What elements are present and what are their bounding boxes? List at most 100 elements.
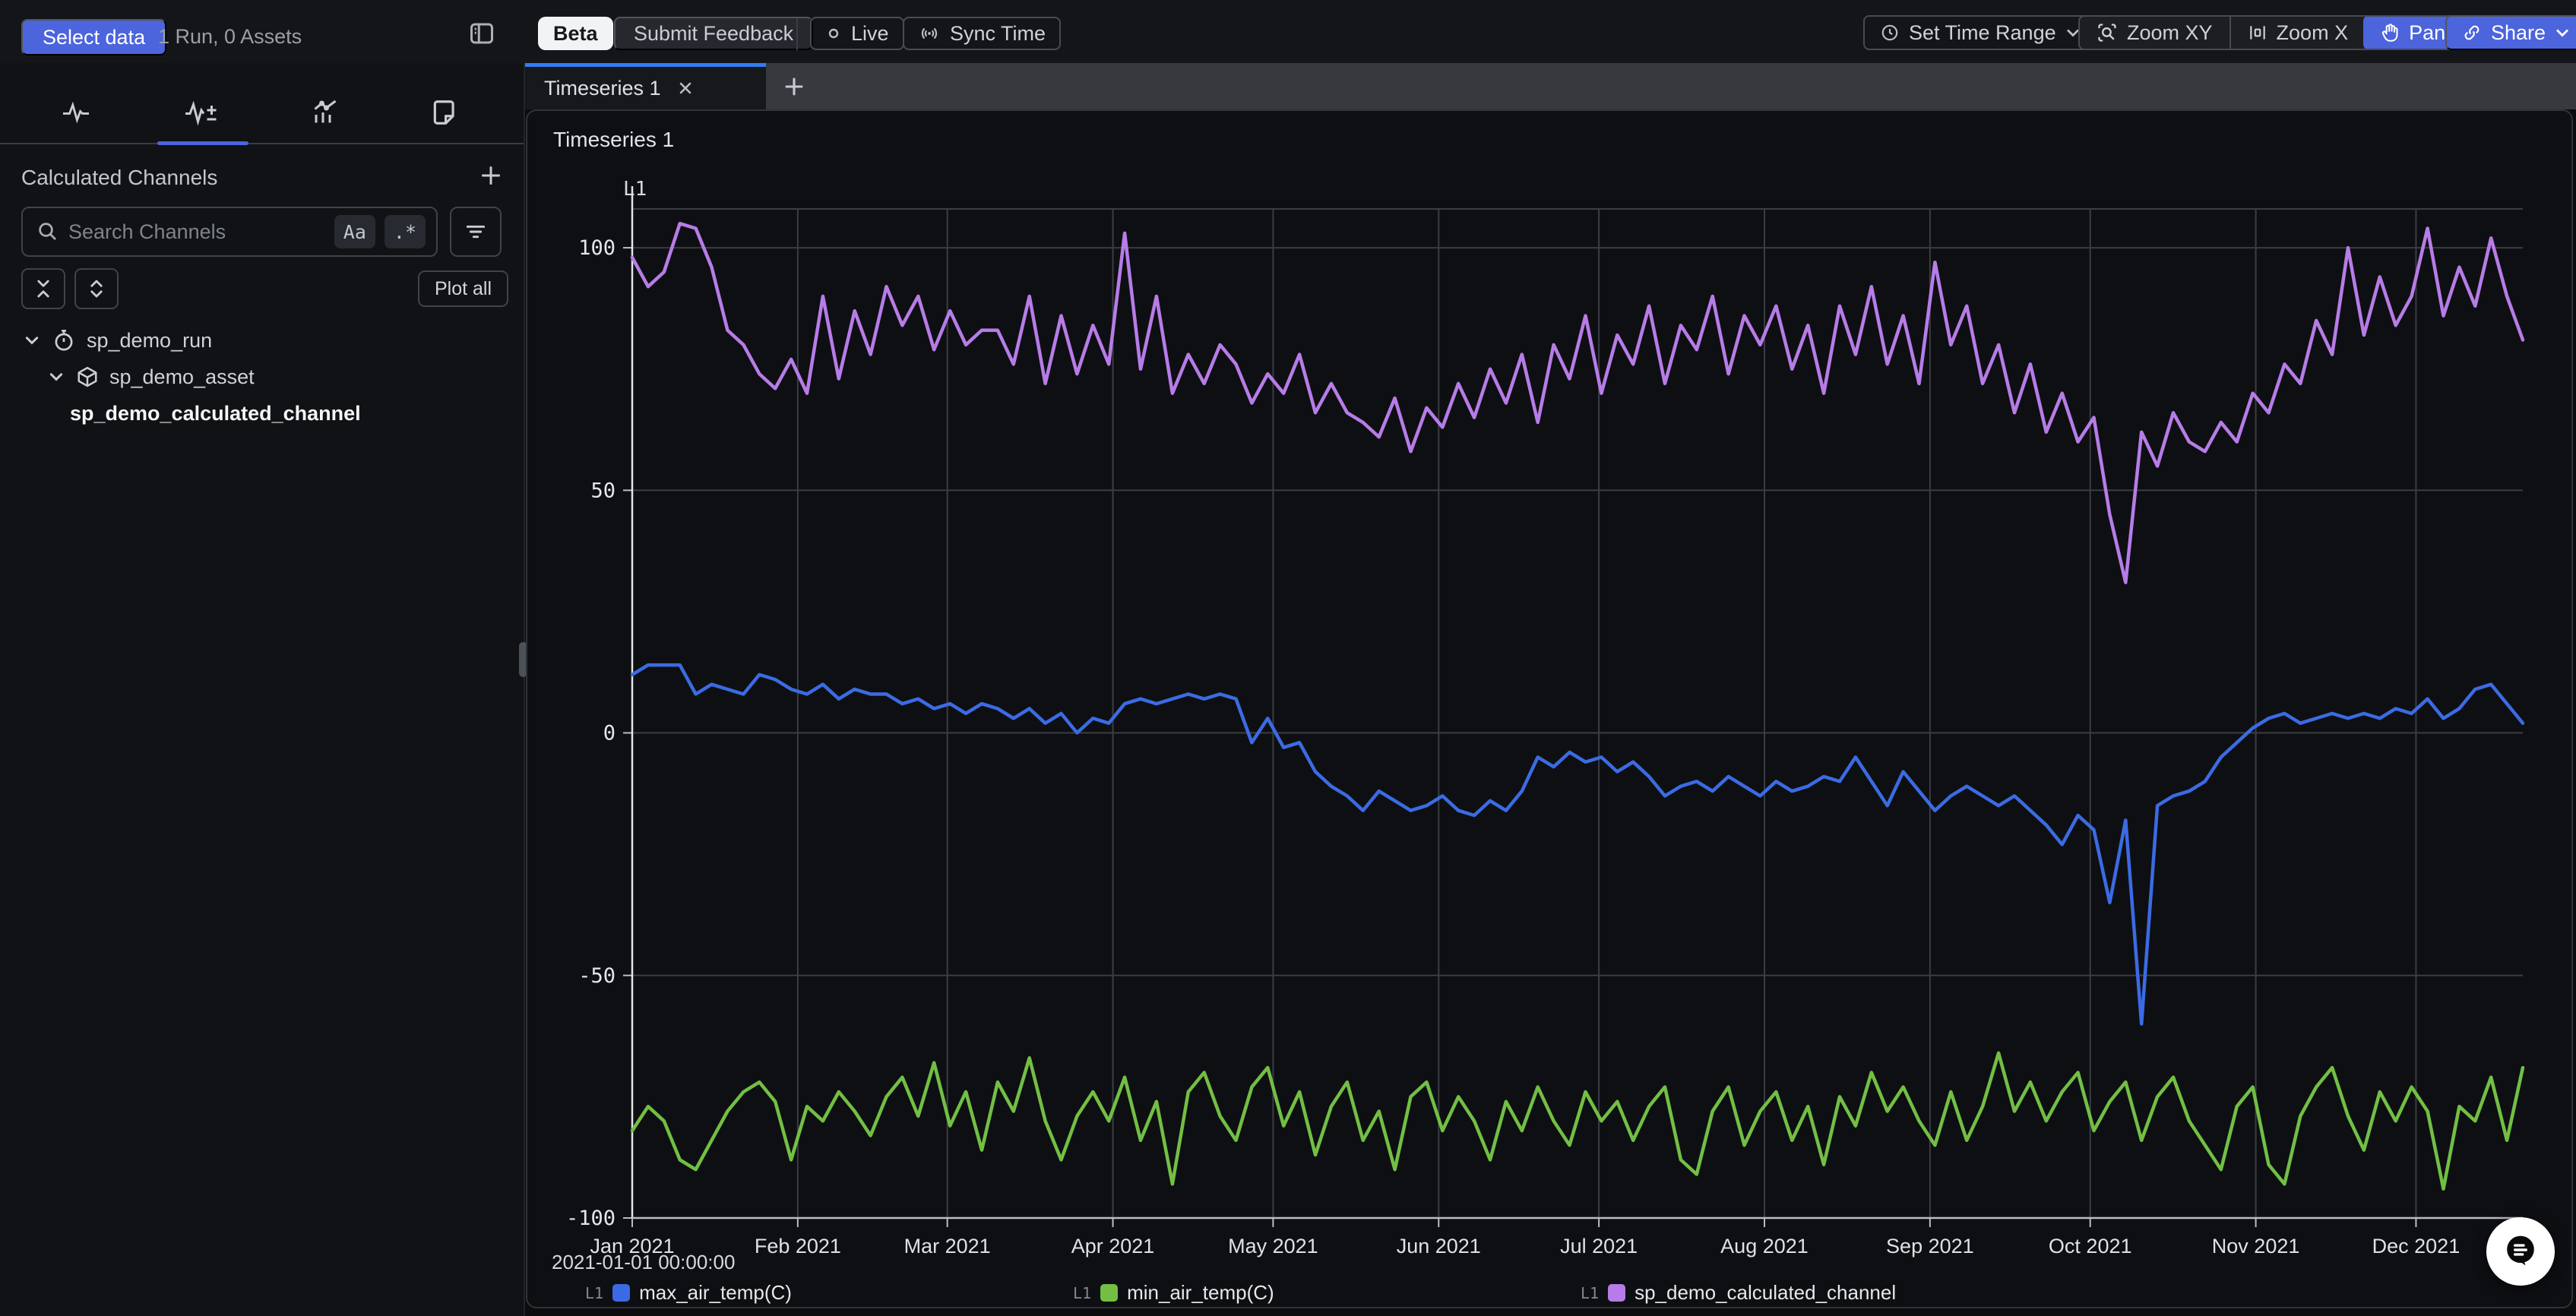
channel-search-box: Aa .* [21,207,438,257]
tree-run-label: sp_demo_run [87,329,212,353]
app-window: Select data 1 Run, 0 Assets Beta Submit … [0,0,2576,1316]
zoom-xy-button[interactable]: Zoom XY [2080,17,2229,49]
match-case-button[interactable]: Aa [334,215,375,248]
topbar-divider [796,18,798,50]
tab-rules-chart-icon[interactable] [295,86,356,139]
live-label: Live [851,22,889,46]
chart-panel: Timeseries 1 L1 100500-50-100Jan 2021Feb… [526,109,2573,1308]
legend-item-calculated-channel[interactable]: L1 sp_demo_calculated_channel [1581,1281,1896,1305]
pan-label: Pan [2409,21,2445,45]
filter-button[interactable] [450,207,502,257]
tab-notes-icon[interactable] [414,86,475,139]
stopwatch-icon [52,328,76,353]
tab-timeseries-1[interactable]: Timeseries 1 [524,63,766,109]
sidebar-tab-bar [0,86,524,139]
broadcast-icon [918,24,941,43]
svg-text:May 2021: May 2021 [1228,1235,1318,1257]
expand-all-button[interactable] [74,268,119,309]
beta-badge: Beta [538,17,613,50]
chevron-down-icon[interactable] [23,331,41,350]
tab-calculated-channels-icon[interactable] [171,86,232,139]
live-button[interactable]: Live [810,17,904,50]
svg-text:0: 0 [603,722,616,745]
panel-divider [524,63,525,1316]
plot-all-button[interactable]: Plot all [418,270,508,307]
add-tab-button[interactable] [781,74,807,100]
set-time-range-button[interactable]: Set Time Range [1863,15,2097,50]
legend-color-chip [612,1284,630,1302]
zoom-pan-segmented-control: Zoom XY Zoom X Pan [2078,15,2462,50]
zoom-xy-label: Zoom XY [2127,21,2213,45]
svg-text:100: 100 [578,236,616,260]
svg-text:Oct 2021: Oct 2021 [2049,1235,2132,1257]
legend-color-chip [1608,1284,1625,1302]
y-axis-group-label: L1 [623,178,647,201]
tree-item-asset[interactable]: sp_demo_asset [47,359,255,394]
tab-label: Timeseries 1 [544,77,661,100]
zoom-xy-icon [2097,22,2118,43]
legend-group-label: L1 [585,1284,603,1302]
link-icon [2462,23,2482,43]
chat-bubble-icon [2498,1229,2543,1273]
hand-pan-icon [2380,22,2400,43]
svg-text:Jun 2021: Jun 2021 [1397,1235,1481,1257]
tree-asset-label: sp_demo_asset [109,365,255,389]
svg-text:Feb 2021: Feb 2021 [755,1235,841,1257]
submit-feedback-button[interactable]: Submit Feedback [614,17,813,50]
legend-color-chip [1100,1284,1118,1302]
tree-item-calculated-channel[interactable]: sp_demo_calculated_channel [70,396,361,431]
tree-channel-label: sp_demo_calculated_channel [70,402,361,425]
help-chat-button[interactable] [2486,1217,2555,1286]
set-time-range-label: Set Time Range [1909,21,2056,45]
chevron-down-icon[interactable] [47,368,65,386]
svg-text:Apr 2021: Apr 2021 [1071,1235,1155,1257]
legend-item-max-air-temp[interactable]: L1 max_air_temp(C) [585,1281,792,1305]
live-dot-icon [825,25,842,42]
share-label: Share [2491,21,2546,45]
zoom-x-icon [2248,23,2267,43]
zoom-x-button[interactable]: Zoom X [2229,17,2366,49]
svg-text:Dec 2021: Dec 2021 [2372,1235,2460,1257]
legend-label: min_air_temp(C) [1127,1281,1274,1305]
zoom-x-label: Zoom X [2277,21,2349,45]
chart-title: Timeseries 1 [553,128,674,152]
tab-strip: Timeseries 1 [524,63,2576,109]
svg-text:-100: -100 [566,1207,616,1230]
legend-label: sp_demo_calculated_channel [1635,1281,1896,1305]
sidebar-tabs-underline [0,143,524,144]
svg-text:-50: -50 [578,964,616,988]
x-axis-start-timestamp: 2021-01-01 00:00:00 [552,1251,735,1274]
search-icon [36,220,59,243]
collapse-all-button[interactable] [21,268,65,309]
close-tab-icon[interactable] [676,79,695,97]
legend-label: max_air_temp(C) [639,1281,792,1305]
chevron-down-icon [2555,27,2570,38]
share-button[interactable]: Share [2445,15,2576,50]
timeseries-plot[interactable]: 100500-50-100Jan 2021Feb 2021Mar 2021Apr… [527,111,2571,1307]
svg-text:Jul 2021: Jul 2021 [1560,1235,1638,1257]
sidebar-active-tab-indicator [157,141,248,145]
runs-assets-summary: 1 Run, 0 Assets [158,25,302,49]
svg-text:50: 50 [590,479,616,502]
sidebar-header: Calculated Channels [21,166,217,190]
clock-icon [1880,23,1900,43]
search-input[interactable] [68,220,325,244]
select-data-button[interactable]: Select data [21,19,166,55]
legend-item-min-air-temp[interactable]: L1 min_air_temp(C) [1073,1281,1274,1305]
legend-group-label: L1 [1581,1284,1599,1302]
svg-text:Sep 2021: Sep 2021 [1886,1235,1974,1257]
add-calculated-channel-button[interactable] [477,162,505,189]
asset-cube-icon [76,365,99,388]
sync-time-button[interactable]: Sync Time [903,17,1061,50]
svg-text:Mar 2021: Mar 2021 [904,1235,991,1257]
tab-channels-icon[interactable] [46,86,106,139]
sidebar-toggle-icon[interactable] [467,20,497,47]
sidebar: Calculated Channels Aa .* [0,63,524,1316]
top-bar: Select data 1 Run, 0 Assets Beta Submit … [0,0,2576,63]
tree-item-run[interactable]: sp_demo_run [23,323,212,358]
regex-button[interactable]: .* [385,215,426,248]
svg-text:Aug 2021: Aug 2021 [1720,1235,1809,1257]
svg-text:Nov 2021: Nov 2021 [2212,1235,2300,1257]
sync-time-label: Sync Time [950,22,1046,46]
legend-group-label: L1 [1073,1284,1091,1302]
